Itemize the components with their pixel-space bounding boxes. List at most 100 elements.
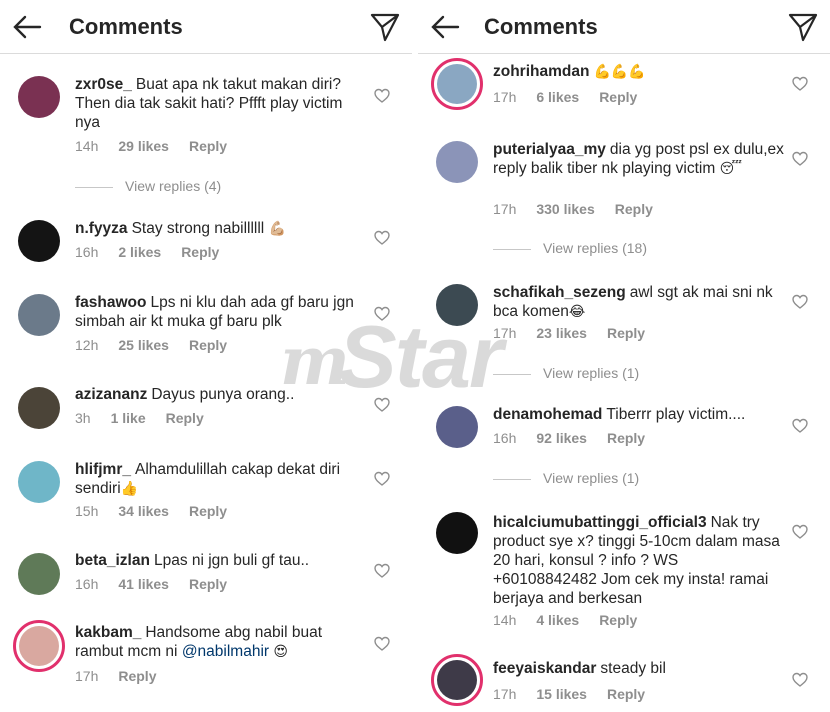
comment-username[interactable]: n.fyyza	[75, 220, 128, 237]
comment-username[interactable]: zxr0se_	[75, 76, 132, 93]
heart-outline-icon[interactable]	[792, 524, 808, 540]
comment-likes[interactable]: 29 likes	[118, 138, 169, 154]
reply-button[interactable]: Reply	[615, 201, 653, 217]
heart-outline-icon[interactable]	[792, 672, 808, 688]
comment-emoji: 😴	[719, 160, 743, 176]
heart-outline-icon[interactable]	[792, 76, 808, 92]
avatar[interactable]	[18, 387, 60, 429]
avatar[interactable]	[18, 76, 60, 118]
comment-username[interactable]: kakbam_	[75, 624, 141, 641]
comment-username[interactable]: fashawoo	[75, 294, 146, 311]
heart-outline-icon[interactable]	[374, 230, 390, 246]
avatar[interactable]	[18, 294, 60, 336]
comment-likes[interactable]: 1 like	[111, 410, 146, 426]
comment-likes[interactable]: 23 likes	[536, 325, 587, 341]
avatar[interactable]	[436, 141, 478, 183]
view-replies[interactable]: View replies (4)	[75, 178, 221, 194]
comment-time: 16h	[75, 576, 99, 592]
comment-likes[interactable]: 330 likes	[536, 201, 594, 217]
reply-button[interactable]: Reply	[118, 668, 156, 684]
send-icon[interactable]	[370, 12, 400, 42]
comment-time: 15h	[75, 503, 99, 519]
comment-text: steady bil	[600, 660, 666, 677]
comment-likes[interactable]: 15 likes	[536, 686, 587, 702]
reply-button[interactable]: Reply	[189, 138, 227, 154]
send-icon[interactable]	[788, 12, 818, 42]
back-arrow-icon[interactable]	[10, 10, 44, 44]
comment-username[interactable]: denamohemad	[493, 406, 602, 423]
avatar[interactable]	[436, 512, 478, 554]
heart-outline-icon[interactable]	[374, 471, 390, 487]
reply-button[interactable]: Reply	[599, 89, 637, 105]
avatar[interactable]	[18, 220, 60, 262]
heart-outline-icon[interactable]	[792, 151, 808, 167]
reply-button[interactable]: Reply	[189, 503, 227, 519]
comment-meta: 16h 92 likes Reply	[493, 430, 665, 446]
view-replies[interactable]: View replies (18)	[493, 240, 647, 256]
comment-emoji: 👍	[120, 480, 139, 496]
comment-time: 17h	[493, 686, 517, 702]
page-title: Comments	[484, 14, 598, 39]
back-arrow-icon[interactable]	[428, 10, 462, 44]
reply-button[interactable]: Reply	[189, 337, 227, 353]
page-title: Comments	[69, 14, 183, 39]
heart-outline-icon[interactable]	[792, 294, 808, 310]
heart-outline-icon[interactable]	[374, 563, 390, 579]
comment-likes[interactable]: 4 likes	[536, 612, 579, 628]
comment-username[interactable]: hicalciumubattinggi_official3	[493, 514, 707, 531]
comment-username[interactable]: azizananz	[75, 386, 147, 403]
reply-button[interactable]: Reply	[599, 612, 637, 628]
reply-button[interactable]: Reply	[607, 430, 645, 446]
comment-time: 16h	[493, 430, 517, 446]
comment-username[interactable]: hlifjmr_	[75, 461, 131, 478]
heart-outline-icon[interactable]	[374, 88, 390, 104]
comment-meta: 17h 15 likes Reply	[493, 686, 665, 702]
comment-username[interactable]: schafikah_sezeng	[493, 284, 626, 301]
comment-likes[interactable]: 2 likes	[118, 244, 161, 260]
avatar[interactable]	[431, 654, 483, 706]
comment-emoji: 😍	[273, 643, 288, 659]
comment-meta: 16h 2 likes Reply	[75, 244, 239, 260]
heart-outline-icon[interactable]	[374, 636, 390, 652]
comment-likes[interactable]: 92 likes	[536, 430, 587, 446]
comment-username[interactable]: beta_izlan	[75, 552, 150, 569]
comment-username[interactable]: feeyaiskandar	[493, 660, 596, 677]
comment-likes[interactable]: 41 likes	[118, 576, 169, 592]
avatar[interactable]	[18, 461, 60, 503]
comment-time: 14h	[493, 612, 517, 628]
header: Comments	[418, 0, 830, 54]
right-comments-panel: Comments zohrihamdan 💪💪💪 17h 6 likes Reply …	[418, 0, 830, 712]
avatar[interactable]	[431, 58, 483, 110]
view-replies[interactable]: View replies (1)	[493, 365, 639, 381]
comment-username[interactable]: puterialyaa_my	[493, 141, 606, 158]
avatar[interactable]	[436, 406, 478, 448]
comment-meta: 17h Reply	[75, 668, 176, 684]
comment-meta: 17h 330 likes Reply	[493, 201, 673, 217]
comment-username[interactable]: zohrihamdan	[493, 63, 589, 80]
reply-button[interactable]: Reply	[607, 686, 645, 702]
reply-button[interactable]: Reply	[189, 576, 227, 592]
view-replies[interactable]: View replies (1)	[493, 470, 639, 486]
heart-outline-icon[interactable]	[374, 306, 390, 322]
left-comments-panel: Comments zxr0se_ Buat apa nk takut makan …	[0, 0, 412, 712]
comment-time: 16h	[75, 244, 99, 260]
heart-outline-icon[interactable]	[374, 397, 390, 413]
avatar[interactable]	[13, 620, 65, 672]
heart-outline-icon[interactable]	[792, 418, 808, 434]
comment-meta: 17h 6 likes Reply	[493, 89, 657, 105]
reply-button[interactable]: Reply	[181, 244, 219, 260]
avatar[interactable]	[436, 284, 478, 326]
comment-likes[interactable]: 25 likes	[118, 337, 169, 353]
comment-likes[interactable]: 6 likes	[536, 89, 579, 105]
comment-time: 17h	[493, 325, 517, 341]
reply-button[interactable]: Reply	[166, 410, 204, 426]
comment-meta: 14h 4 likes Reply	[493, 612, 657, 628]
avatar[interactable]	[18, 553, 60, 595]
comment-emoji: 💪🏼	[268, 220, 286, 236]
comment-mention[interactable]: @nabilmahir	[182, 643, 269, 660]
comment-meta: 15h 34 likes Reply	[75, 503, 247, 519]
reply-button[interactable]: Reply	[607, 325, 645, 341]
comment-meta: 12h 25 likes Reply	[75, 337, 247, 353]
comment-meta: 3h 1 like Reply	[75, 410, 224, 426]
comment-likes[interactable]: 34 likes	[118, 503, 169, 519]
